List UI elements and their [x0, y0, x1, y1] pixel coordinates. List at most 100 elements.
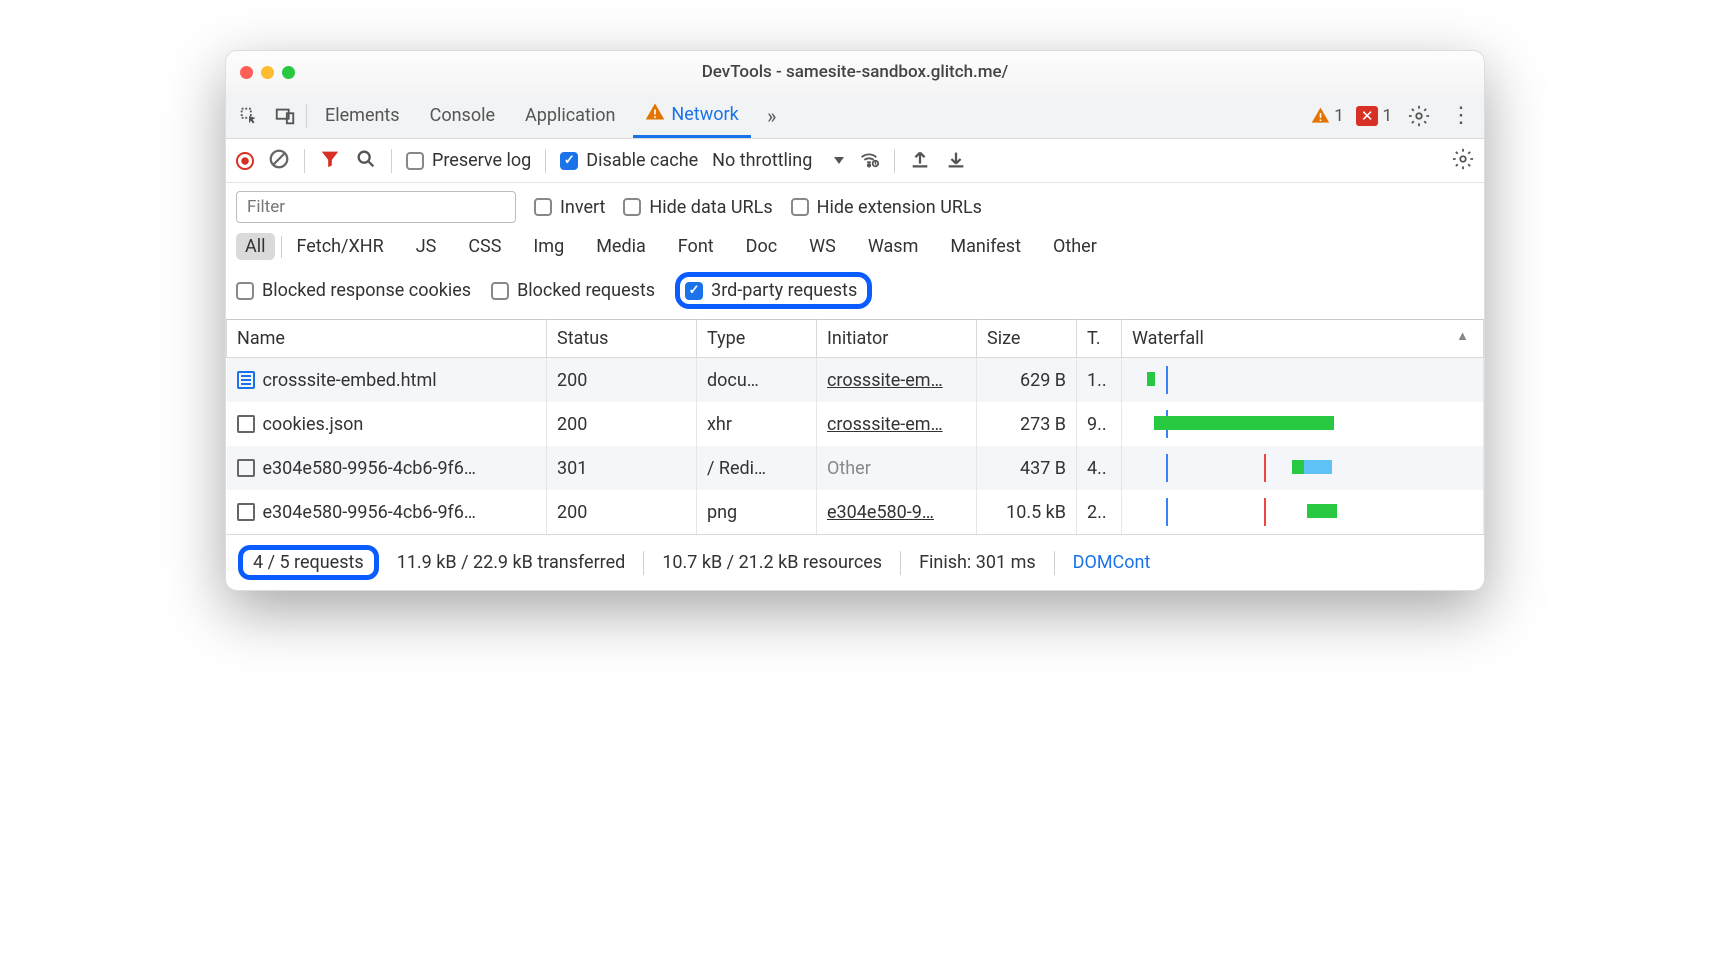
- main-tabs: Elements Console Application Network » 1…: [226, 93, 1484, 139]
- status-cell: 301: [547, 446, 697, 490]
- size-cell: 273 B: [977, 402, 1077, 446]
- error-count-value: 1: [1382, 106, 1392, 126]
- error-count[interactable]: ✕ 1: [1356, 106, 1392, 126]
- type-all[interactable]: All: [236, 233, 275, 260]
- status-bar: 4 / 5 requests 11.9 kB / 22.9 kB transfe…: [226, 534, 1484, 590]
- file-blank-icon: [237, 503, 255, 521]
- tab-console[interactable]: Console: [418, 93, 507, 138]
- blocked-requests-label: Blocked requests: [517, 280, 655, 301]
- status-cell: 200: [547, 402, 697, 446]
- throttling-select[interactable]: No throttling: [712, 150, 812, 171]
- warning-count-value: 1: [1334, 106, 1344, 126]
- tab-network[interactable]: Network: [633, 93, 750, 138]
- status-cell: 200: [547, 358, 697, 403]
- divider: [545, 149, 546, 173]
- third-party-checkbox[interactable]: 3rd-party requests: [685, 280, 857, 301]
- blocked-cookies-label: Blocked response cookies: [262, 280, 471, 301]
- hide-data-urls-checkbox[interactable]: Hide data URLs: [623, 197, 772, 218]
- warning-icon: [645, 102, 665, 127]
- network-conditions-icon[interactable]: [858, 148, 880, 174]
- table-row[interactable]: e304e580-9956-4cb6-9f6…301/ Redi…Other43…: [227, 446, 1484, 490]
- throttling-value: No throttling: [712, 150, 812, 171]
- checkbox-icon: [534, 198, 552, 216]
- tab-elements[interactable]: Elements: [313, 93, 412, 138]
- filter-icon[interactable]: [319, 148, 341, 174]
- request-name: e304e580-9956-4cb6-9f6…: [263, 458, 476, 479]
- type-img[interactable]: Img: [524, 233, 573, 260]
- initiator-link[interactable]: crosssite-em…: [827, 414, 943, 435]
- type-doc[interactable]: Doc: [737, 233, 787, 260]
- tab-application[interactable]: Application: [513, 93, 627, 138]
- tab-network-label: Network: [671, 104, 738, 125]
- hide-extension-urls-checkbox[interactable]: Hide extension URLs: [791, 197, 982, 218]
- preserve-log-checkbox[interactable]: Preserve log: [406, 150, 531, 171]
- search-icon[interactable]: [355, 148, 377, 174]
- upload-har-icon[interactable]: [909, 148, 931, 174]
- type-css[interactable]: CSS: [459, 233, 510, 260]
- network-settings-icon[interactable]: [1452, 148, 1474, 174]
- type-media[interactable]: Media: [587, 233, 655, 260]
- more-tabs-icon[interactable]: »: [757, 101, 787, 131]
- request-types: All Fetch/XHR JS CSS Img Media Font Doc WS Wasm Ma…: [226, 227, 1484, 268]
- domcontent-link[interactable]: DOMCont: [1055, 552, 1169, 573]
- table-row[interactable]: crosssite-embed.html 200docu… crosssite-em…: [227, 358, 1484, 403]
- waterfall-cell: [1122, 402, 1484, 446]
- checkbox-icon: [623, 198, 641, 216]
- col-initiator[interactable]: Initiator: [817, 320, 977, 358]
- device-toggle-icon[interactable]: [270, 101, 300, 131]
- request-name: crosssite-embed.html: [263, 370, 437, 391]
- col-waterfall[interactable]: Waterfall: [1122, 320, 1484, 358]
- devtools-window: DevTools - samesite-sandbox.glitch.me/ E…: [225, 50, 1485, 591]
- inspect-icon[interactable]: [234, 101, 264, 131]
- blocked-requests-checkbox[interactable]: Blocked requests: [491, 280, 655, 301]
- size-cell: 10.5 kB: [977, 490, 1077, 534]
- col-size[interactable]: Size: [977, 320, 1077, 358]
- col-time[interactable]: T.: [1077, 320, 1122, 358]
- time-cell: 9..: [1077, 402, 1122, 446]
- type-ws[interactable]: WS: [800, 233, 845, 260]
- hide-extension-urls-label: Hide extension URLs: [817, 197, 982, 218]
- filter-row: Invert Hide data URLs Hide extension URL…: [226, 183, 1484, 227]
- divider: [306, 104, 307, 128]
- warning-count[interactable]: 1: [1311, 106, 1344, 126]
- type-cell: png: [697, 490, 817, 534]
- type-other[interactable]: Other: [1044, 233, 1106, 260]
- throttling-dropdown-icon[interactable]: [834, 157, 844, 164]
- filter-input[interactable]: [236, 191, 516, 223]
- blocked-cookies-checkbox[interactable]: Blocked response cookies: [236, 280, 471, 301]
- type-cell: docu…: [697, 358, 817, 403]
- col-name[interactable]: Name: [227, 320, 547, 358]
- type-manifest[interactable]: Manifest: [941, 233, 1030, 260]
- table-row[interactable]: cookies.json200xhrcrosssite-em…273 B9..: [227, 402, 1484, 446]
- clear-button[interactable]: [268, 148, 290, 174]
- download-har-icon[interactable]: [945, 148, 967, 174]
- waterfall-cell: [1122, 358, 1484, 403]
- file-doc-icon: [237, 371, 255, 389]
- checkbox-icon: [406, 152, 424, 170]
- kebab-menu-icon[interactable]: ⋮: [1446, 101, 1476, 131]
- divider: [391, 149, 392, 173]
- table-row[interactable]: e304e580-9956-4cb6-9f6…200pnge304e580-9……: [227, 490, 1484, 534]
- error-badge-icon: ✕: [1356, 106, 1379, 126]
- type-cell: / Redi…: [697, 446, 817, 490]
- resources: 10.7 kB / 21.2 kB resources: [644, 552, 900, 573]
- record-button[interactable]: [236, 152, 254, 170]
- invert-checkbox[interactable]: Invert: [534, 197, 605, 218]
- checkbox-icon: [236, 282, 254, 300]
- size-cell: 629 B: [977, 358, 1077, 403]
- initiator-link[interactable]: crosssite-em…: [827, 370, 943, 391]
- type-js[interactable]: JS: [407, 233, 446, 260]
- time-cell: 4..: [1077, 446, 1122, 490]
- type-font[interactable]: Font: [669, 233, 723, 260]
- type-wasm[interactable]: Wasm: [859, 233, 928, 260]
- type-fetchxhr[interactable]: Fetch/XHR: [288, 233, 393, 260]
- col-status[interactable]: Status: [547, 320, 697, 358]
- network-toolbar: Preserve log Disable cache No throttling: [226, 139, 1484, 183]
- col-type[interactable]: Type: [697, 320, 817, 358]
- request-name: e304e580-9956-4cb6-9f6…: [263, 502, 476, 523]
- disable-cache-checkbox[interactable]: Disable cache: [560, 150, 698, 171]
- initiator-link[interactable]: e304e580-9…: [827, 502, 934, 523]
- file-blank-icon: [237, 415, 255, 433]
- table-header-row: Name Status Type Initiator Size T. Water…: [227, 320, 1484, 358]
- settings-icon[interactable]: [1404, 101, 1434, 131]
